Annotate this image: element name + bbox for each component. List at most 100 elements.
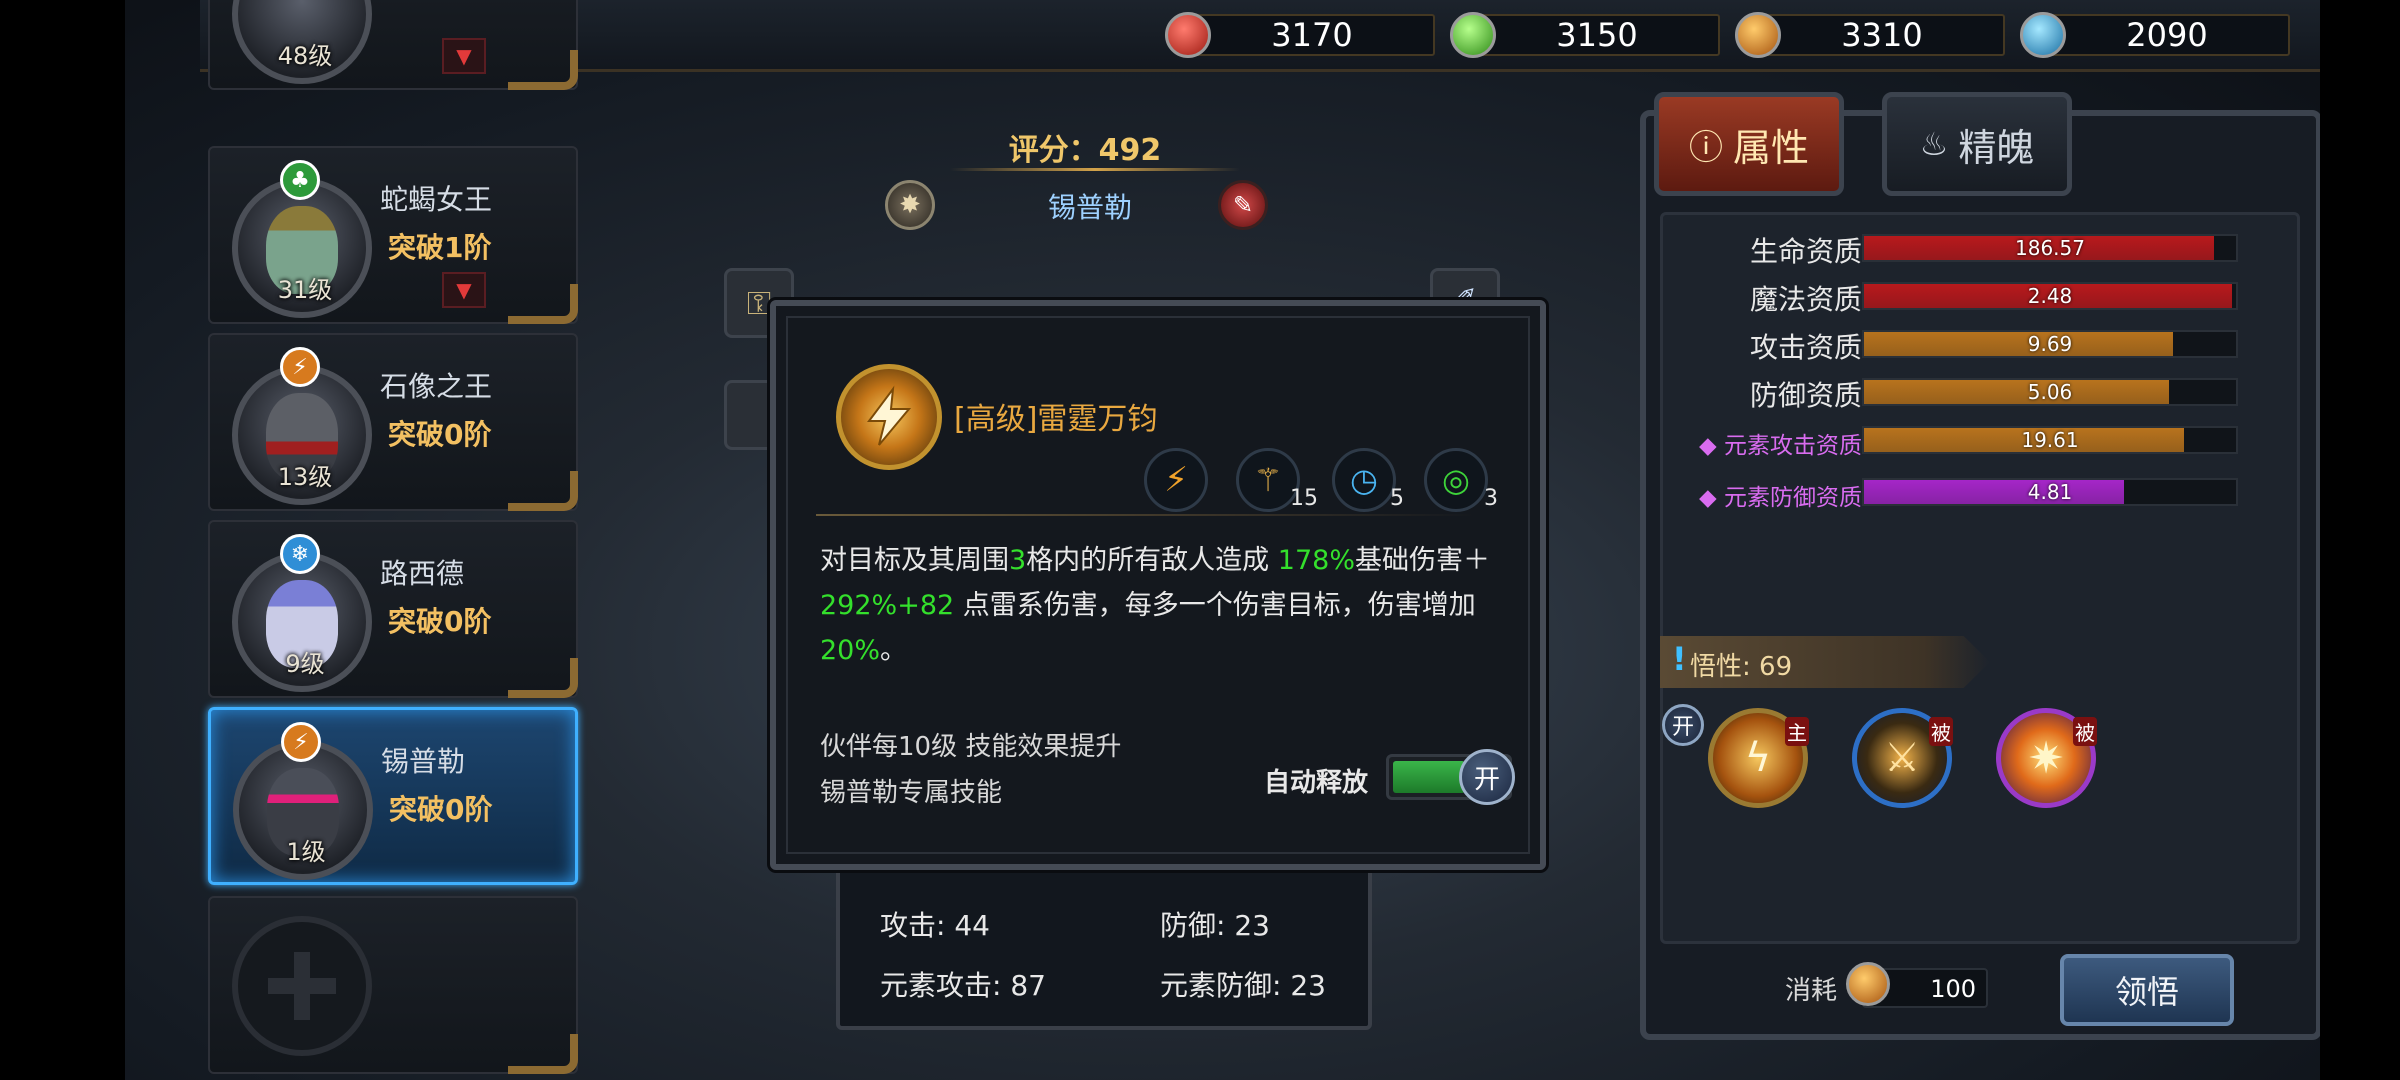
pet-breakthrough: 突破0阶 — [388, 418, 492, 451]
attribute-label: 魔法资质 — [1749, 283, 1862, 316]
attribute-bar-track: 4.81 — [1862, 478, 2238, 506]
open-badge[interactable]: 开 — [1662, 704, 1704, 746]
desc-text: 对目标及其周围 — [820, 545, 1009, 576]
add-pet-button[interactable] — [232, 916, 372, 1056]
demon-flag-icon: ▼ — [442, 38, 486, 74]
pet-level: 9级 — [285, 650, 325, 678]
comprehend-button[interactable]: 领悟 — [2060, 954, 2234, 1026]
attribute-label: 生命资质 — [1749, 235, 1862, 268]
currency-orange: 3310 — [1735, 12, 2005, 58]
cost-label: 消耗 — [1785, 976, 1838, 1006]
lightning-glyph: ϟ — [1744, 735, 1772, 781]
lightning-skill-icon — [836, 364, 942, 470]
skill-detail-popup: [高级]雷霆万钧 ⚡ ⚚ 15 ◷ 5 ◎ 3 对目标及其周围3格内的所有敌人造… — [770, 300, 1546, 870]
attribute-label: 攻击资质 — [1749, 331, 1862, 364]
currency-red: 3170 — [1165, 12, 1435, 58]
orange-lightning-gem-icon — [1846, 962, 1890, 1006]
stat-defense: 防御: 23 — [1160, 909, 1270, 942]
pet-card[interactable]: 48级 ▼ — [208, 0, 578, 90]
lightning-skill-icon[interactable]: ϟ 主 — [1708, 708, 1809, 808]
tab-attributes[interactable]: ⓘ 属性 — [1654, 92, 1844, 196]
score-label: 评分：492 — [1008, 133, 1162, 168]
card-corner-ornament — [508, 1034, 578, 1074]
toggle-fill — [1393, 761, 1465, 793]
desc-text: 基础伤害＋ — [1354, 545, 1490, 576]
burst-glyph: ✷ — [2027, 732, 2065, 784]
attribute-value: 9.69 — [2027, 332, 2073, 356]
currency-value: 3170 — [1271, 16, 1353, 54]
desc-text: 格内的所有敌人造成 — [1026, 545, 1278, 576]
insight-banner: ! 悟性: 69 — [1660, 636, 1990, 688]
skill-name: [高级]雷霆万钧 — [954, 402, 1158, 437]
attribute-bar-track: 19.61 — [1862, 426, 2238, 454]
card-corner-ornament — [508, 658, 578, 698]
feather-glyph: ✎ — [1232, 191, 1254, 219]
attribute-label: ◆ 元素攻击资质 — [1699, 433, 1862, 459]
auto-cast-toggle[interactable]: 开 — [1386, 749, 1515, 805]
popup-separator — [816, 514, 1476, 516]
target-icon: ◎ — [1424, 448, 1488, 512]
attribute-label: 防御资质 — [1749, 379, 1862, 412]
tag-number: 15 — [1290, 486, 1318, 511]
tag-number: 3 — [1484, 486, 1498, 511]
orange-lightning-icon: ⚡ — [281, 722, 321, 762]
attribute-box — [1660, 212, 2300, 944]
skill-tag: 被 — [2073, 717, 2097, 746]
tag-number: 5 — [1390, 486, 1404, 511]
star-burst-skill-icon[interactable]: ✷ 被 — [1996, 708, 2097, 808]
attribute-value: 5.06 — [2027, 380, 2073, 404]
pet-card-selected[interactable]: ⚡ 1级 锡普勒 突破0阶 — [208, 707, 578, 885]
pet-breakthrough: 突破0阶 — [389, 793, 493, 826]
pet-name: 路西德 — [380, 557, 465, 590]
add-pet-slot[interactable] — [208, 896, 578, 1074]
skill-tag: 主 — [1785, 717, 1809, 746]
attribute-value: 2.48 — [2027, 284, 2073, 308]
green-leaf-icon: ♣ — [280, 160, 320, 200]
pet-breakthrough: 突破1阶 — [388, 231, 492, 264]
left-letterbox — [0, 0, 125, 1080]
fire-strike-skill-icon[interactable]: ⚔ 被 — [1852, 708, 1953, 808]
attribute-value: 4.81 — [2027, 480, 2073, 504]
pet-card[interactable]: ❄ 9级 路西德 突破0阶 — [208, 520, 578, 698]
toggle-knob[interactable]: 开 — [1459, 749, 1515, 805]
stat-elem-attack: 元素攻击: 87 — [880, 969, 1046, 1002]
pet-card[interactable]: ♣ 31级 蛇蝎女王 突破1阶 ▼ — [208, 146, 578, 324]
pet-level: 48级 — [277, 42, 333, 70]
card-corner-ornament — [508, 471, 578, 511]
attribute-label: ◆ 元素防御资质 — [1699, 485, 1862, 511]
key-glyph: ⚿ — [746, 283, 772, 322]
score-divider — [950, 168, 1240, 171]
stat-elem-defense: 元素防御: 23 — [1160, 969, 1326, 1002]
demon-flag-icon: ▼ — [442, 272, 486, 308]
desc-highlight: 3 — [1009, 545, 1027, 576]
attribute-bar-track: 2.48 — [1862, 282, 2238, 310]
green-gem-icon — [1450, 12, 1496, 58]
feather-icon[interactable]: ✎ — [1218, 180, 1268, 230]
compass-star-icon[interactable]: ✸ — [885, 180, 935, 230]
pet-name: 锡普勒 — [381, 745, 466, 778]
flame-icon: ♨ — [1919, 125, 1949, 163]
plus-icon — [268, 952, 336, 1020]
currency-value: 3310 — [1841, 16, 1923, 54]
target-glyph: ◎ — [1442, 461, 1470, 499]
currency-green: 3150 — [1450, 12, 1720, 58]
lightning-bolt-icon — [867, 385, 912, 446]
pet-name-title: 锡普勒 — [1047, 191, 1132, 224]
tab-soul[interactable]: ♨ 精魄 — [1882, 92, 2072, 196]
pet-level: 13级 — [277, 463, 333, 491]
orange-lightning-icon: ⚡ — [280, 347, 320, 387]
skill-description: 对目标及其周围3格内的所有敌人造成 178%基础伤害＋ 292%+82 点雷系伤害… — [820, 538, 1500, 673]
currency-value: 3150 — [1556, 16, 1638, 54]
skill-upgrade-note: 伙伴每10级 技能效果提升 — [820, 732, 1122, 762]
attribute-row: 生命资质 186.57 — [1680, 228, 2240, 268]
clock-icon: ◷ — [1332, 448, 1396, 512]
attribute-value: 186.57 — [2015, 236, 2085, 260]
desc-highlight: 292%+82 — [820, 590, 955, 621]
desc-highlight: 178% — [1277, 545, 1355, 576]
cost-value: 100 — [1930, 975, 1976, 1003]
attribute-value: 19.61 — [2021, 428, 2079, 452]
pet-name: 蛇蝎女王 — [380, 183, 493, 216]
exclamation-icon: ! — [1672, 640, 1687, 678]
pet-card[interactable]: ⚡ 13级 石像之王 突破0阶 — [208, 333, 578, 511]
lightning-glyph: ⚡ — [1164, 460, 1188, 500]
